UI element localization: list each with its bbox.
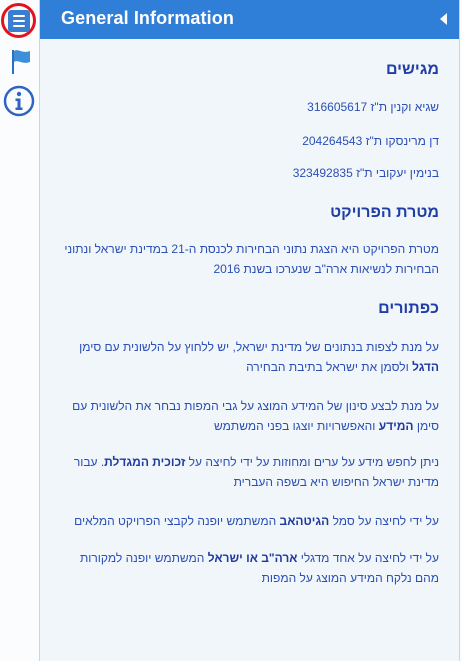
panel-content: מגישים שגיא וקנין ת"ז 316605617 דן מרינס…: [40, 39, 459, 661]
flag-icon[interactable]: [5, 46, 33, 76]
presenters-heading: מגישים: [385, 61, 439, 78]
panel-title: General Information: [61, 8, 234, 28]
panel-header: General Information: [40, 0, 459, 39]
presenter-3: בנימין יעקובי ת"ז 323492835: [292, 166, 439, 180]
info-panel: General Information מגישים שגיא וקנין ת"…: [39, 0, 460, 661]
info-icon[interactable]: [3, 85, 35, 117]
flag-tool[interactable]: [0, 42, 38, 80]
info-tool[interactable]: [0, 82, 38, 120]
collapse-arrow-icon[interactable]: [440, 13, 447, 25]
buttons-heading: כפתורים: [378, 300, 439, 317]
button-help-github: על ידי לחיצה על סמל הגיטהאב המשתמש יופנה…: [74, 514, 439, 528]
button-help-flag: על מנת לצפות בנתונים של מדינת ישראל, יש …: [79, 340, 439, 374]
hamburger-menu-icon[interactable]: [8, 10, 30, 32]
button-help-search: ניתן לחפש מידע על ערים ומחוזות על ידי לח…: [73, 455, 439, 489]
button-help-info: על מנת לבצע סינון של המידע המוצג על גבי …: [72, 399, 439, 433]
menu-tool[interactable]: [0, 1, 38, 39]
goal-heading: מטרת הפרויקט: [330, 204, 439, 221]
goal-text: מטרת הפרויקט היא הצגת נתוני הבחירות לכנס…: [64, 242, 439, 276]
button-help-sources: על ידי לחיצה על אחד מדגלי ארה"ב או ישראל…: [79, 551, 439, 585]
presenter-2: דן מרינסקו ת"ז 204264543: [302, 134, 439, 148]
presenter-1: שגיא וקנין ת"ז 316605617: [307, 100, 439, 114]
